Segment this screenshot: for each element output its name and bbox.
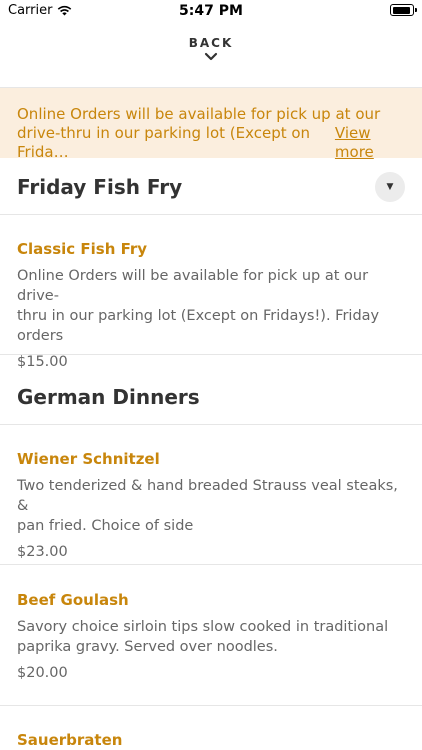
- banner-text: Online Orders will be available for pick…: [17, 105, 407, 162]
- menu-item-wiener-schnitzel[interactable]: Wiener Schnitzel Two tenderized & hand b…: [17, 450, 407, 562]
- item-price: $23.00: [17, 544, 68, 560]
- item-description: Savory choice sirloin tips slow cooked i…: [17, 617, 407, 657]
- menu-item-sauerbraten[interactable]: Sauerbraten: [17, 731, 407, 749]
- divider: [0, 424, 422, 425]
- view-more-link[interactable]: View more: [335, 124, 407, 162]
- status-time: 5:47 PM: [179, 3, 243, 19]
- back-label: BACK: [188, 36, 234, 50]
- chevron-down-icon: [204, 52, 218, 61]
- back-button[interactable]: BACK: [0, 36, 422, 62]
- menu-item-classic-fish-fry[interactable]: Classic Fish Fry Online Orders will be a…: [17, 240, 407, 372]
- divider: [0, 354, 422, 355]
- item-description-line-1: Savory choice sirloin tips slow cooked i…: [17, 619, 389, 635]
- item-name: Wiener Schnitzel: [17, 450, 160, 468]
- divider: [0, 214, 422, 215]
- battery-icon: [390, 4, 417, 16]
- item-description-line-1: Two tenderized & hand breaded Strauss ve…: [17, 478, 398, 514]
- banner-line-2: drive-thru in our parking lot (Except on…: [17, 124, 311, 161]
- status-bar: Carrier 5:47 PM: [0, 0, 422, 22]
- item-description: Online Orders will be available for pick…: [17, 266, 407, 346]
- item-description-line-2: paprika gravy. Served over noodles.: [17, 639, 278, 655]
- section-title: Friday Fish Fry: [17, 175, 183, 199]
- item-description-line-1: Online Orders will be available for pick…: [17, 268, 369, 304]
- banner-line-1: Online Orders will be available for pick…: [17, 105, 381, 123]
- menu-page: Carrier 5:47 PM BACK Online Orders will …: [0, 0, 422, 750]
- item-name: Beef Goulash: [17, 591, 129, 609]
- item-name: Sauerbraten: [17, 731, 123, 749]
- item-description-line-2: pan fried. Choice of side: [17, 518, 194, 534]
- banner-line-2-row: drive-thru in our parking lot (Except on…: [17, 124, 407, 162]
- item-price: $15.00: [17, 354, 68, 370]
- item-description: Two tenderized & hand breaded Strauss ve…: [17, 476, 407, 536]
- item-description-line-2: thru in our parking lot (Except on Frida…: [17, 308, 380, 344]
- item-price: $20.00: [17, 665, 68, 681]
- caret-down-icon[interactable]: ▼: [375, 172, 405, 202]
- menu-item-beef-goulash[interactable]: Beef Goulash Savory choice sirloin tips …: [17, 591, 407, 683]
- notice-banner: Online Orders will be available for pick…: [0, 88, 422, 161]
- item-name: Classic Fish Fry: [17, 240, 148, 258]
- divider: [0, 705, 422, 706]
- section-header-friday-fish-fry[interactable]: Friday Fish Fry ▼: [0, 160, 422, 216]
- section-header-german-dinners: German Dinners: [0, 370, 422, 426]
- divider: [0, 564, 422, 565]
- section-title: German Dinners: [17, 385, 200, 409]
